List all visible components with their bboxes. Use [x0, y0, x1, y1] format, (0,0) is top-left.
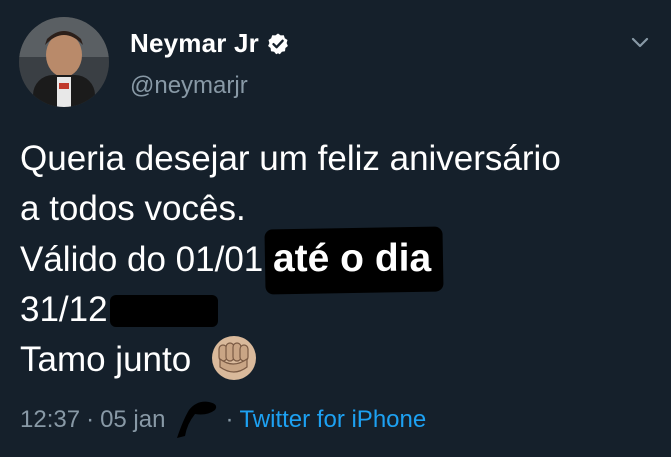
verified-badge-icon	[268, 33, 288, 54]
user-name-row: Neymar Jr	[130, 28, 290, 59]
tweet-date[interactable]: 05 jan	[100, 406, 165, 434]
overlay-text: até o dia	[272, 237, 432, 280]
tweet-metadata: 12:37 · 05 jan · Twitter for iPhone	[20, 398, 426, 442]
tweet-line-3: Válido do 01/01 até o dia	[20, 234, 660, 285]
tweet-line-4: 31/12	[20, 285, 660, 335]
chevron-down-icon[interactable]	[630, 36, 650, 50]
redaction-block	[109, 295, 218, 327]
source-link[interactable]: Twitter for iPhone	[239, 406, 426, 434]
raised-fist-icon	[211, 336, 256, 380]
tweet-text: Queria desejar um feliz aniversário a to…	[20, 134, 660, 385]
tweet-line-2: a todos vocês.	[20, 189, 246, 228]
display-name[interactable]: Neymar Jr	[130, 28, 259, 59]
user-handle[interactable]: @neymarjr	[130, 72, 248, 100]
profile-avatar	[19, 17, 109, 107]
tweet-line-3-text: Válido do 01/01	[20, 240, 273, 279]
tweet-line-4-text: 31/12	[20, 290, 108, 329]
avatar[interactable]	[19, 17, 109, 107]
tweet-time[interactable]: 12:37	[20, 406, 80, 434]
redaction-scribble	[177, 401, 217, 438]
tweet-line-5: Tamo junto	[20, 335, 660, 385]
meta-separator: ·	[86, 406, 95, 433]
scribbled-overlay: até o dia	[273, 234, 431, 285]
tweet-line-1: Queria desejar um feliz aniversário	[20, 139, 561, 178]
tweet-line-5-text: Tamo junto	[20, 340, 192, 379]
source-separator: ·	[225, 406, 234, 433]
tweet-card: Neymar Jr @neymarjr Queria desejar um fe…	[0, 0, 671, 457]
